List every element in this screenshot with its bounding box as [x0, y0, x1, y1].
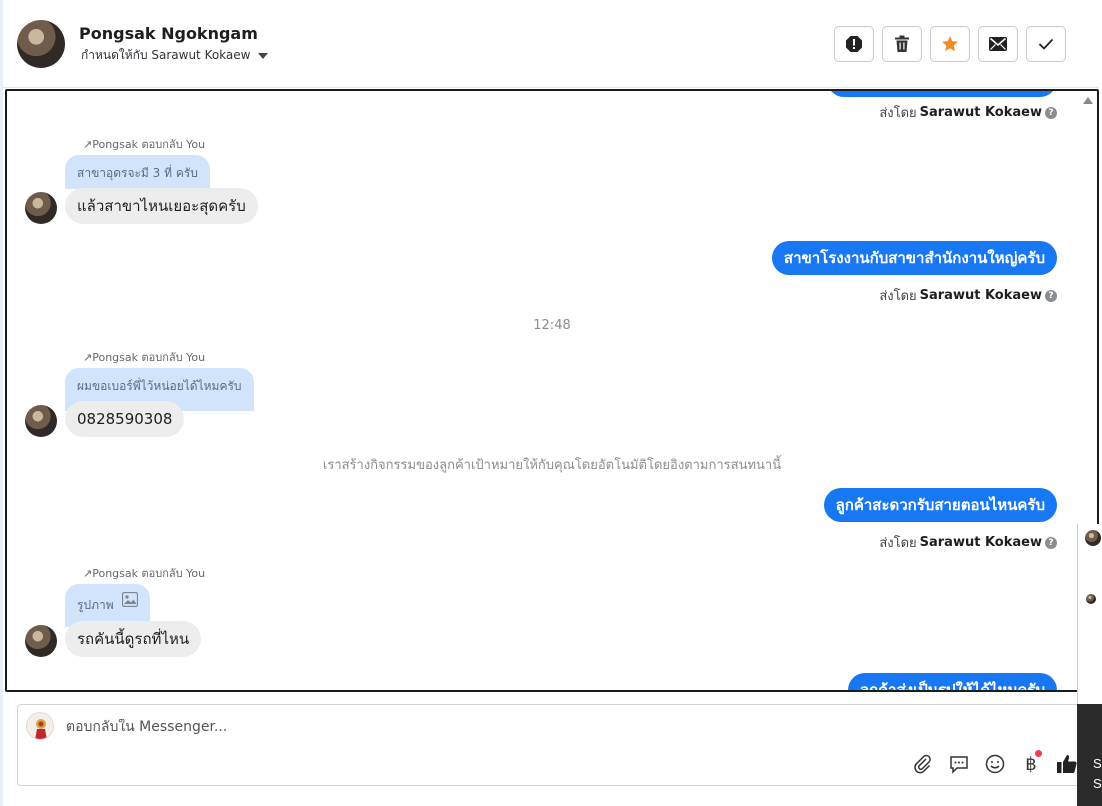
- notification-dot: [1035, 750, 1042, 757]
- sent-by-label: ส่งโดย Sarawut Kokaew ?: [879, 532, 1057, 553]
- trash-icon: [895, 35, 909, 52]
- incoming-message[interactable]: รถคันนี้ดูรถที่ไหน: [65, 621, 202, 657]
- emoji-icon: [985, 754, 1005, 774]
- sent-by-prefix: ส่งโดย: [879, 289, 917, 304]
- help-icon[interactable]: ?: [1045, 536, 1057, 549]
- conversation-header: Pongsak Ngokngam กำหนดให้กับ Sarawut Kok…: [3, 0, 1099, 88]
- saved-reply-button[interactable]: [948, 753, 970, 775]
- message-composer: ฿: [17, 704, 1087, 786]
- chat-head-avatar[interactable]: [1085, 530, 1101, 546]
- mark-spam-button[interactable]: [834, 26, 874, 62]
- emoji-button[interactable]: [984, 753, 1006, 775]
- sent-by-prefix: ส่งโดย: [879, 106, 917, 121]
- quoted-message[interactable]: สาขาอุดรจะมี 3 ที่ ครับ: [65, 155, 210, 189]
- incoming-message[interactable]: 0828590308: [65, 401, 185, 437]
- notification-toast[interactable]: S S: [1077, 704, 1102, 806]
- reply-header: ↗Pongsak ตอบกลับ You: [83, 138, 206, 151]
- message-thread[interactable]: ส่งโดย Sarawut Kokaew ? ↗Pongsak ตอบกลับ…: [5, 89, 1099, 692]
- chat-head-avatar[interactable]: [1086, 594, 1096, 604]
- assignee-dropdown[interactable]: กำหนดให้กับ Sarawut Kokaew: [81, 46, 269, 65]
- scroll-up-arrow-icon[interactable]: [1083, 97, 1093, 104]
- baht-icon: ฿: [1025, 753, 1037, 775]
- star-icon: [942, 36, 958, 52]
- outgoing-message-partial[interactable]: [827, 91, 1057, 97]
- contact-avatar-small: [25, 625, 57, 657]
- sent-by-label: ส่งโดย Sarawut Kokaew ?: [879, 285, 1057, 306]
- thumbs-up-icon: [1057, 755, 1077, 773]
- sent-by-prefix: ส่งโดย: [879, 536, 917, 551]
- mail-icon: [989, 37, 1007, 51]
- spam-icon: [846, 36, 862, 52]
- inbox-conversation: Pongsak Ngokngam กำหนดให้กับ Sarawut Kok…: [3, 0, 1102, 806]
- contact-avatar-small: [25, 405, 57, 437]
- timestamp: 12:48: [533, 318, 571, 333]
- saved-reply-icon: [950, 756, 968, 774]
- outgoing-message[interactable]: ลูกค้าสะดวกรับสายตอนไหนครับ: [823, 488, 1057, 522]
- assignee-label: กำหนดให้กับ Sarawut Kokaew: [81, 48, 251, 62]
- mark-done-button[interactable]: [1026, 26, 1066, 62]
- sent-by-name: Sarawut Kokaew: [919, 105, 1042, 120]
- incoming-message[interactable]: แล้วสาขาไหนเยอะสุดครับ: [65, 188, 258, 224]
- toast-line: S: [1093, 776, 1102, 791]
- star-button[interactable]: [930, 26, 970, 62]
- toast-line: S: [1093, 756, 1102, 771]
- sent-by-name: Sarawut Kokaew: [919, 288, 1042, 303]
- outgoing-message-partial[interactable]: ลูกค้าส่งเป็นรูปให้ได้ไหมครับ: [847, 673, 1057, 690]
- page-avatar: [26, 712, 54, 740]
- outgoing-message[interactable]: สาขาโรงงานกับสาขาสำนักงานใหญ่ครับ: [771, 241, 1057, 275]
- chevron-down-icon: [258, 52, 269, 59]
- paperclip-icon: [914, 754, 931, 774]
- reply-input[interactable]: [66, 719, 966, 735]
- image-icon: [121, 592, 138, 607]
- like-button[interactable]: [1056, 753, 1078, 775]
- delete-button[interactable]: [882, 26, 922, 62]
- reply-header: ↗Pongsak ตอบกลับ You: [83, 567, 206, 580]
- help-icon[interactable]: ?: [1045, 289, 1057, 302]
- sent-by-name: Sarawut Kokaew: [919, 535, 1042, 550]
- composer-tools: ฿: [912, 750, 1078, 775]
- attach-button[interactable]: [912, 753, 934, 775]
- help-icon[interactable]: ?: [1045, 106, 1057, 119]
- mark-unread-button[interactable]: [978, 26, 1018, 62]
- system-note: เราสร้างกิจกรรมของลูกค้าเป้าหมายให้กับคุ…: [322, 458, 782, 473]
- contact-avatar[interactable]: [17, 20, 65, 68]
- check-icon: [1038, 38, 1054, 50]
- sent-by-label: ส่งโดย Sarawut Kokaew ?: [879, 102, 1057, 123]
- reply-header: ↗Pongsak ตอบกลับ You: [83, 351, 206, 364]
- contact-avatar-small: [25, 192, 57, 224]
- payment-button[interactable]: ฿: [1020, 750, 1042, 775]
- header-actions: [834, 26, 1066, 62]
- contact-name[interactable]: Pongsak Ngokngam: [79, 24, 258, 43]
